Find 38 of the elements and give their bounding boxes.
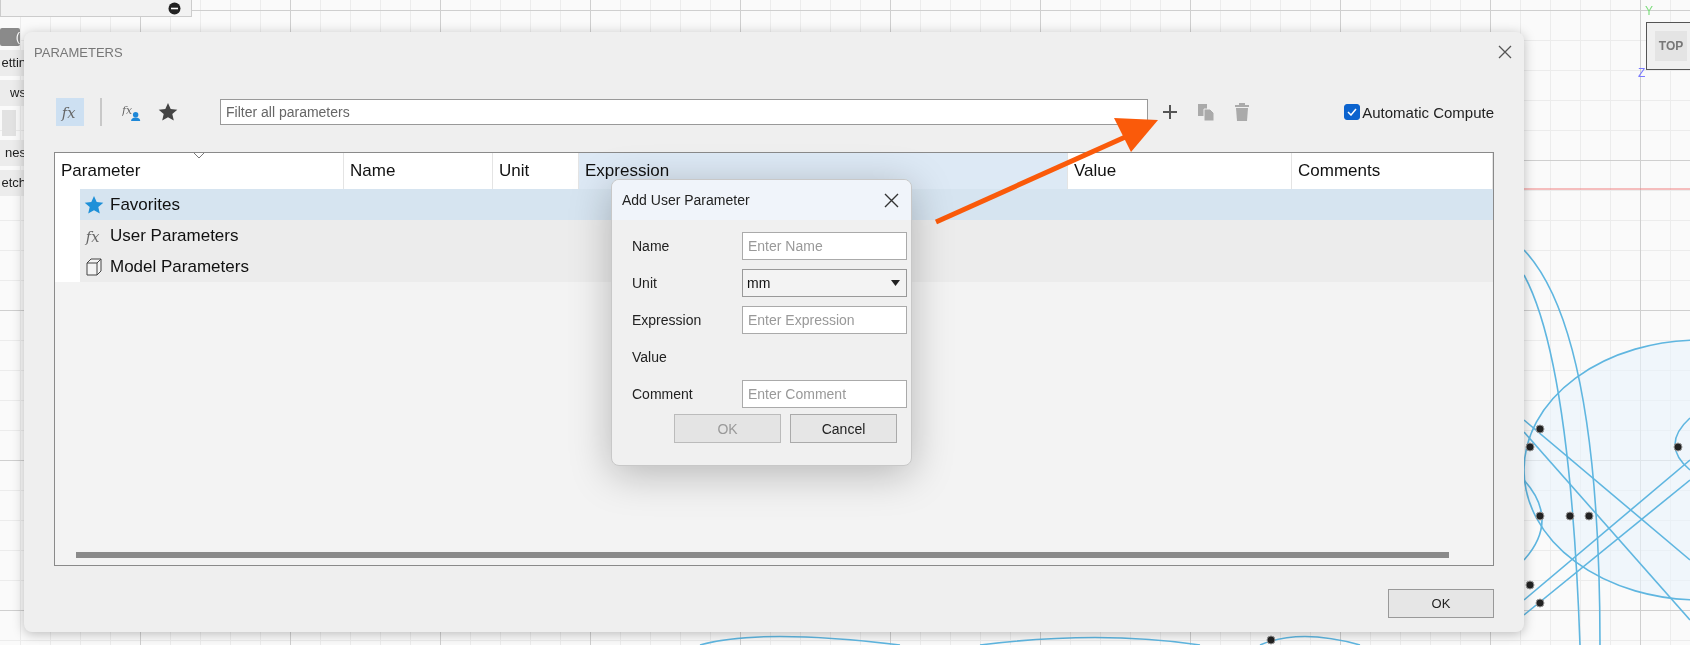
cancel-button[interactable]: Cancel bbox=[790, 414, 897, 443]
input-field[interactable]: Enter Comment bbox=[742, 380, 907, 408]
field-label: Comment bbox=[632, 385, 694, 404]
field-label: Expression bbox=[632, 311, 703, 330]
cube-icon bbox=[84, 256, 104, 277]
field-label: Unit bbox=[632, 274, 658, 293]
tree-label: User Parameters bbox=[110, 225, 239, 246]
unit-dropdown[interactable]: mm bbox=[742, 269, 907, 297]
dialog-title: Add User Parameter bbox=[622, 192, 750, 208]
field-label: Name bbox=[632, 237, 671, 256]
minus-icon[interactable] bbox=[168, 1, 181, 15]
function-icon: fx bbox=[84, 225, 104, 246]
star-icon bbox=[84, 194, 104, 215]
view-cube-label: TOP bbox=[1654, 31, 1688, 61]
axis-label: Z bbox=[1638, 66, 1646, 80]
star-icon bbox=[158, 102, 178, 122]
input-field[interactable]: Enter Name bbox=[742, 232, 907, 260]
close-icon[interactable] bbox=[884, 192, 899, 208]
close-icon[interactable] bbox=[1498, 45, 1512, 59]
checkbox-label: Automatic Compute bbox=[1362, 103, 1494, 121]
scrollbar[interactable] bbox=[76, 552, 1449, 558]
view-cube[interactable]: TOP bbox=[1646, 22, 1690, 70]
dialog-title: PARAMETERS bbox=[34, 44, 123, 60]
ok-button[interactable]: OK bbox=[1388, 589, 1494, 618]
sort-chevron-icon bbox=[193, 152, 205, 159]
plus-icon bbox=[1160, 102, 1180, 122]
checkmark-icon bbox=[1347, 108, 1358, 116]
search-field[interactable]: Filter all parameters bbox=[220, 99, 1148, 125]
tree-label: Favorites bbox=[110, 194, 180, 215]
copy-icon bbox=[1196, 102, 1216, 122]
trash-icon bbox=[1232, 102, 1252, 122]
field-label: Value bbox=[632, 348, 668, 367]
axis-label: Y bbox=[1645, 4, 1653, 18]
panel-item[interactable]: ) bbox=[0, 28, 20, 46]
checkbox[interactable] bbox=[1344, 104, 1361, 120]
tree-label: Model Parameters bbox=[110, 256, 249, 277]
input-field[interactable]: Enter Expression bbox=[742, 306, 907, 334]
caret-icon bbox=[891, 280, 900, 286]
